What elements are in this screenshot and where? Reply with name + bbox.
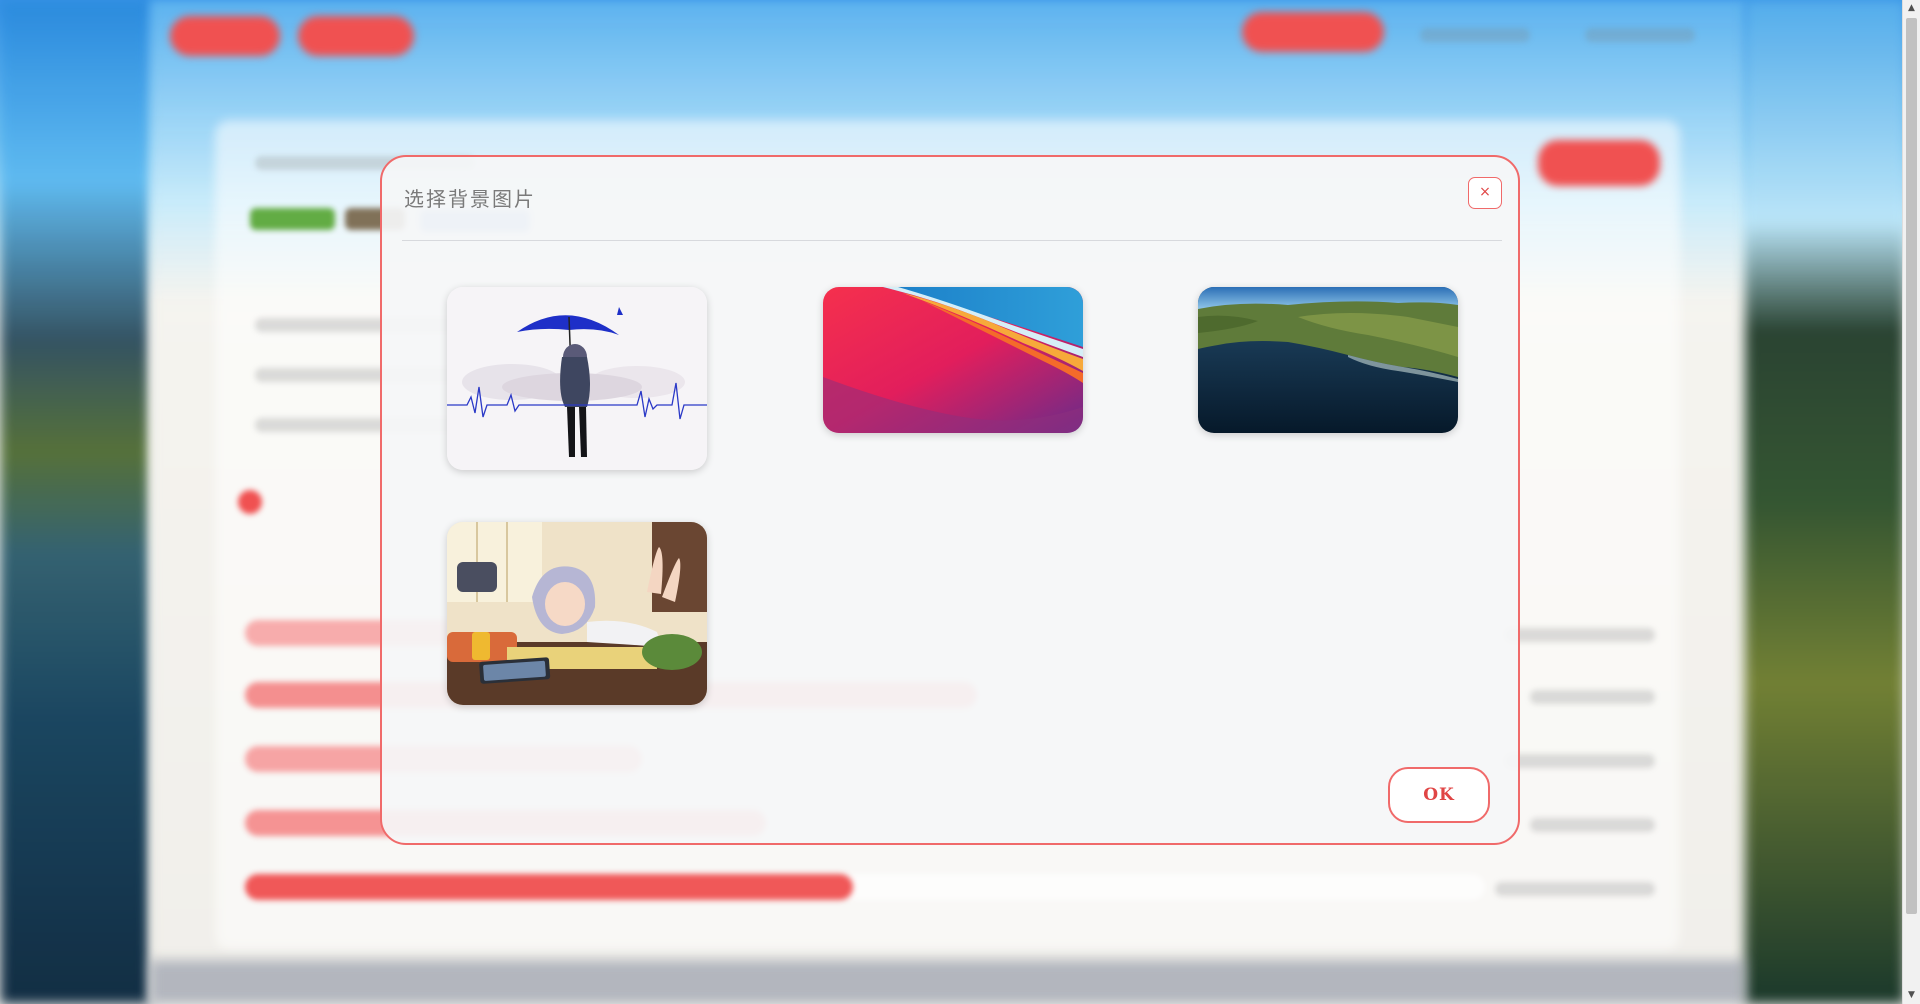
big-sur-gradient-image bbox=[823, 287, 1083, 433]
wallpaper-thumbnail[interactable] bbox=[1198, 287, 1458, 433]
coastline-image bbox=[1198, 287, 1458, 433]
wallpaper-thumbnail[interactable] bbox=[447, 287, 707, 470]
wallpaper-thumbnail[interactable] bbox=[823, 287, 1083, 433]
anime-lying-image bbox=[447, 522, 707, 705]
scroll-up-arrow-icon[interactable]: ▲ bbox=[1903, 0, 1920, 17]
ok-button[interactable]: OK bbox=[1388, 767, 1490, 823]
scrollbar-thumb[interactable] bbox=[1906, 18, 1917, 914]
page-scrollbar[interactable]: ▲ ▼ bbox=[1902, 0, 1920, 1004]
anime-umbrella-image bbox=[447, 287, 707, 470]
close-button[interactable]: × bbox=[1468, 177, 1502, 209]
title-divider bbox=[402, 240, 1502, 241]
scroll-down-arrow-icon[interactable]: ▼ bbox=[1903, 987, 1920, 1004]
wallpaper-thumbnail[interactable] bbox=[447, 522, 707, 705]
background-picker-dialog: 选择背景图片 × OK bbox=[380, 155, 1520, 845]
dialog-title: 选择背景图片 bbox=[404, 187, 536, 211]
